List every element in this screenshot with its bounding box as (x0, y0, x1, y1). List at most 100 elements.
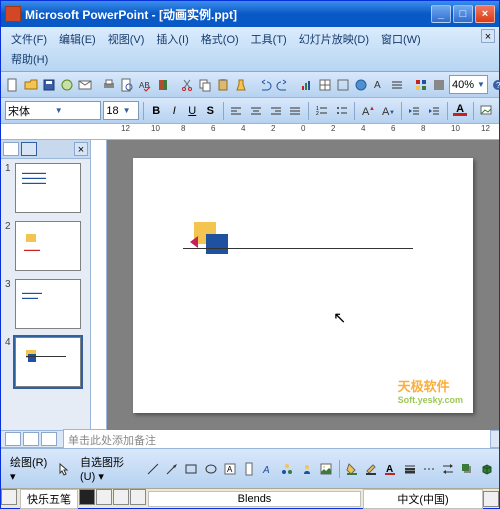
slide-canvas[interactable]: ↖ 天极软件 Soft.yesky.com (133, 158, 473, 413)
select-objects-icon[interactable] (56, 459, 73, 479)
oval-icon[interactable] (202, 459, 219, 479)
ime-mode-icon[interactable] (79, 489, 95, 505)
wordart-icon[interactable]: A (260, 459, 277, 479)
panel-close-button[interactable]: × (74, 142, 88, 156)
menu-tools[interactable]: 工具(T) (245, 29, 293, 49)
line-style-icon[interactable] (401, 459, 418, 479)
new-icon[interactable] (5, 75, 21, 95)
insert-chart-icon[interactable] (299, 75, 315, 95)
maximize-button[interactable]: □ (453, 5, 473, 23)
slide-sorter-view-button[interactable] (23, 432, 39, 446)
svg-text:A: A (374, 80, 381, 91)
undo-icon[interactable] (257, 75, 273, 95)
save-icon[interactable] (41, 75, 57, 95)
slide-shape[interactable] (188, 218, 238, 263)
rectangle-icon[interactable] (183, 459, 200, 479)
mail-icon[interactable] (77, 75, 93, 95)
bold-button[interactable]: B (148, 101, 165, 120)
zoom-select[interactable]: 40%▼ (449, 75, 488, 94)
ime-shape-icon[interactable] (96, 489, 112, 505)
underline-button[interactable]: U (184, 101, 201, 120)
menu-edit[interactable]: 编辑(E) (53, 29, 102, 49)
diagram-icon[interactable] (279, 459, 296, 479)
ime-name[interactable]: 快乐五笔 (20, 489, 78, 509)
distributed-icon[interactable] (287, 101, 305, 121)
notes-pane[interactable]: 单击此处添加备注 (63, 429, 491, 449)
slides-tab[interactable] (21, 142, 37, 156)
arrow-icon[interactable] (164, 459, 181, 479)
3d-style-icon[interactable] (478, 459, 495, 479)
slide-line[interactable] (183, 248, 413, 249)
line-icon[interactable] (144, 459, 161, 479)
menu-file[interactable]: 文件(F) (5, 29, 53, 49)
italic-button[interactable]: I (166, 101, 183, 120)
align-left-icon[interactable] (228, 101, 246, 121)
ime-softkb-icon[interactable] (130, 489, 146, 505)
permission-icon[interactable] (59, 75, 75, 95)
arrow-style-icon[interactable] (439, 459, 456, 479)
autoshapes-menu[interactable]: 自选图形(U) ▾ (75, 451, 142, 486)
insert-picture-icon[interactable] (317, 459, 334, 479)
align-right-icon[interactable] (267, 101, 285, 121)
menu-view[interactable]: 视图(V) (102, 29, 151, 49)
dash-style-icon[interactable] (420, 459, 437, 479)
slide-editor[interactable]: ↖ 天极软件 Soft.yesky.com (107, 140, 499, 430)
textbox-icon[interactable]: A (221, 459, 238, 479)
insert-table-icon[interactable] (317, 75, 333, 95)
open-icon[interactable] (23, 75, 39, 95)
slideshow-view-button[interactable] (41, 432, 57, 446)
decrease-indent-icon[interactable] (405, 101, 423, 121)
decrease-font-icon[interactable]: A▼ (379, 101, 397, 121)
vertical-textbox-icon[interactable] (240, 459, 257, 479)
numbering-icon[interactable]: 12 (313, 101, 331, 121)
line-color-icon[interactable] (363, 459, 380, 479)
menu-help[interactable]: 帮助(H) (5, 49, 54, 69)
menu-format[interactable]: 格式(O) (195, 29, 245, 49)
status-ext-icon[interactable] (483, 491, 499, 507)
clipart-icon[interactable] (298, 459, 315, 479)
paste-icon[interactable] (215, 75, 231, 95)
print-icon[interactable] (101, 75, 117, 95)
color-icon[interactable] (431, 75, 447, 95)
thumbnail[interactable]: 4 (5, 337, 86, 387)
align-center-icon[interactable] (247, 101, 265, 121)
research-icon[interactable] (155, 75, 171, 95)
thumbnail[interactable]: 3▬▬▬▬▬▬▬▬▬ (5, 279, 86, 329)
menu-slideshow[interactable]: 幻灯片放映(D) (293, 29, 375, 49)
print-preview-icon[interactable] (119, 75, 135, 95)
ime-keyboard-icon[interactable] (1, 489, 17, 505)
show-formatting-icon[interactable] (389, 75, 405, 95)
show-grid-icon[interactable] (413, 75, 429, 95)
font-color-button[interactable]: A (452, 101, 469, 120)
shadow-button[interactable]: S (202, 101, 219, 120)
font-size-select[interactable]: 18▼ (103, 101, 139, 120)
normal-view-button[interactable] (5, 432, 21, 446)
tables-borders-icon[interactable] (335, 75, 351, 95)
font-color-icon[interactable]: A (382, 459, 399, 479)
shadow-style-icon[interactable] (459, 459, 476, 479)
design-icon[interactable] (477, 101, 495, 121)
copy-icon[interactable] (197, 75, 213, 95)
spellcheck-icon[interactable]: AB (137, 75, 153, 95)
format-painter-icon[interactable] (233, 75, 249, 95)
draw-menu[interactable]: 绘图(R) ▾ (5, 451, 54, 486)
thumbnail[interactable]: 2▬▬▬▬ (5, 221, 86, 271)
increase-font-icon[interactable]: A▲ (359, 101, 377, 121)
font-name-select[interactable]: 宋体▼ (5, 101, 101, 120)
fill-color-icon[interactable] (343, 459, 360, 479)
help-icon[interactable]: ? (490, 75, 500, 95)
increase-indent-icon[interactable] (425, 101, 443, 121)
outline-tab[interactable] (3, 142, 19, 156)
cut-icon[interactable] (179, 75, 195, 95)
close-button[interactable]: × (475, 5, 495, 23)
expand-all-icon[interactable]: A (371, 75, 387, 95)
ime-punct-icon[interactable] (113, 489, 129, 505)
thumbnail[interactable]: 1▬▬▬▬▬▬▬▬▬▬▬▬▬▬▬▬▬▬ (5, 163, 86, 213)
insert-hyperlink-icon[interactable] (353, 75, 369, 95)
bullets-icon[interactable] (333, 101, 351, 121)
menu-insert[interactable]: 插入(I) (150, 29, 194, 49)
doc-close-button[interactable]: × (481, 29, 495, 43)
menu-window[interactable]: 窗口(W) (375, 29, 427, 49)
redo-icon[interactable] (275, 75, 291, 95)
minimize-button[interactable]: _ (431, 5, 451, 23)
